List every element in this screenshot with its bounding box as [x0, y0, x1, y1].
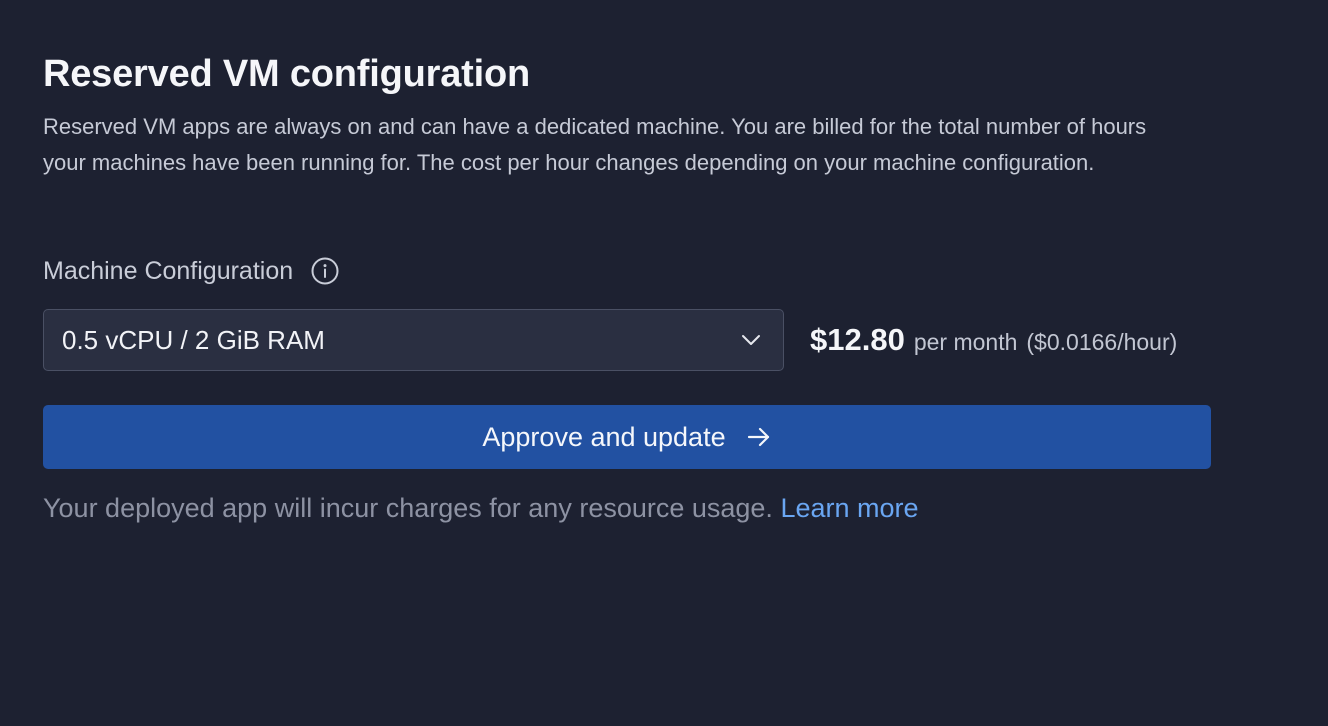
chevron-down-icon: [739, 328, 763, 352]
footnote-text: Your deployed app will incur charges for…: [43, 493, 773, 523]
learn-more-link[interactable]: Learn more: [780, 493, 918, 523]
billing-footnote: Your deployed app will incur charges for…: [43, 489, 919, 527]
section-description: Reserved VM apps are always on and can h…: [43, 114, 1147, 175]
price-amount: $12.80: [810, 322, 905, 357]
approve-and-update-button[interactable]: Approve and update: [43, 405, 1211, 469]
page-title: Reserved VM configuration: [43, 53, 530, 95]
price-hourly-rate: ($0.0166/hour): [1026, 329, 1178, 355]
machine-config-select[interactable]: 0.5 vCPU / 2 GiB RAM: [43, 309, 784, 371]
reserved-vm-config-page: Reserved VM configuration Reserved VM ap…: [0, 0, 1328, 726]
price-period: per month: [913, 329, 1018, 355]
machine-config-label: Machine Configuration: [43, 256, 294, 285]
approve-button-label: Approve and update: [482, 421, 726, 452]
info-circle-icon[interactable]: [311, 257, 339, 285]
price-summary: $12.80 per month ($0.0166/hour): [810, 322, 1177, 364]
machine-config-label-row: Machine Configuration: [43, 253, 339, 289]
arrow-right-icon: [746, 424, 772, 450]
machine-config-selected-value: 0.5 vCPU / 2 GiB RAM: [62, 324, 325, 355]
